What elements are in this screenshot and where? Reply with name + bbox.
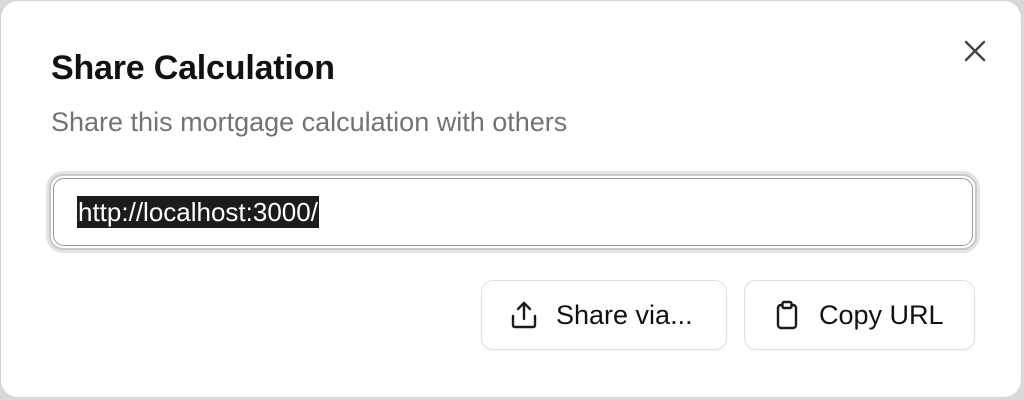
dialog-title: Share Calculation <box>51 49 335 87</box>
share-url-value[interactable]: http://localhost:3000/ <box>77 196 319 228</box>
copy-url-button[interactable]: Copy URL <box>744 280 975 350</box>
dialog-subtitle: Share this mortgage calculation with oth… <box>51 107 568 137</box>
share-url-input[interactable]: http://localhost:3000/ <box>49 174 977 250</box>
share-icon <box>510 300 538 330</box>
share-via-button[interactable]: Share via... <box>481 280 727 350</box>
share-via-label: Share via... <box>556 299 693 330</box>
share-dialog: Share Calculation Share this mortgage ca… <box>0 0 1022 398</box>
close-button[interactable] <box>959 35 991 67</box>
clipboard-icon <box>773 300 801 330</box>
close-icon <box>964 40 986 62</box>
copy-url-label: Copy URL <box>819 299 944 330</box>
